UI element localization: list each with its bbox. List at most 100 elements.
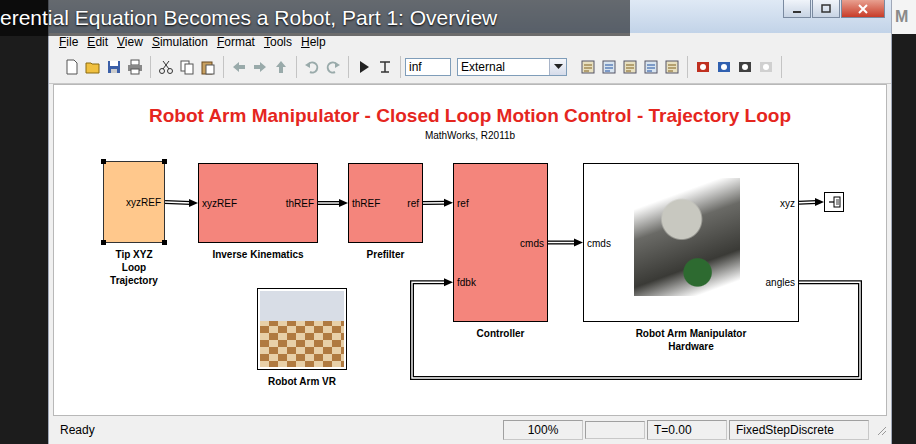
toolbar-group [573,56,688,78]
output-port-label: xyz [780,197,795,211]
input-port-label: fdbk [457,276,476,290]
status-empty-field [585,421,645,439]
maximize-icon [820,4,832,14]
copy-button[interactable] [177,56,197,78]
undo-button[interactable] [302,56,322,78]
simulation-mode-dropdown[interactable]: External [457,58,567,76]
save-button[interactable] [104,56,124,78]
block-name[interactable]: Controller [456,327,545,340]
stoptime-button[interactable] [375,56,395,78]
input-port-label: thREF [352,197,380,211]
signal-line[interactable] [799,200,817,205]
menu-item[interactable]: Format [217,35,255,49]
play-button[interactable] [354,56,374,78]
debugger-button[interactable] [756,56,776,78]
play-icon [356,59,372,75]
signal-line-inner [165,202,191,203]
toolbar-group [57,56,151,78]
minimize-icon [791,4,803,14]
forward-button[interactable] [250,56,270,78]
block-name[interactable]: Robot Arm VR [260,375,344,388]
chevron-down-icon [554,64,563,70]
stop-time-field[interactable]: inf [405,58,451,76]
selection-handle[interactable] [101,159,106,164]
menu-item[interactable]: File [59,35,78,49]
up-button[interactable] [271,56,291,78]
signal-line[interactable] [318,201,341,205]
signal-line-inner [318,202,341,203]
save-icon [106,59,122,75]
signal-line[interactable] [548,241,576,245]
build-button[interactable] [578,56,598,78]
input-port-label: cmds [587,237,611,251]
selection-handle[interactable] [162,159,167,164]
simulink-window: File Edit View Simulation Format Tools Help in… [48,0,892,444]
hardware-block[interactable]: cmds xyzangles [583,163,799,322]
close-button[interactable] [841,0,885,18]
explorer-icon [716,59,732,75]
toolbar-group [349,56,401,78]
minimize-button[interactable] [783,0,811,18]
menu-item[interactable]: Tools [264,35,292,49]
close-icon [857,4,869,14]
library-icon [695,59,711,75]
cut-button[interactable] [156,56,176,78]
selection-handle[interactable] [162,240,167,245]
resize-grip-icon[interactable] [875,424,887,436]
source-block[interactable]: xyzREF [103,161,165,243]
new-button[interactable] [62,56,82,78]
block-name[interactable]: Robot Arm Manipulator Hardware [626,327,756,353]
menu-item[interactable]: Simulation [152,35,208,49]
stoptime-icon [377,59,393,75]
block-name[interactable]: Inverse Kinematics [201,248,315,261]
back-button[interactable] [229,56,249,78]
up-icon [273,59,289,75]
output-port-label: cmds [520,237,544,251]
model-canvas[interactable]: Robot Arm Manipulator - Closed Loop Moti… [53,84,887,416]
simulation-time: T=0.00 [647,420,727,440]
vr-block[interactable] [257,288,347,370]
outport-block[interactable] [824,192,844,212]
update-button[interactable] [599,56,619,78]
signal-line[interactable] [165,202,191,203]
library-button[interactable] [693,56,713,78]
input-port-label: xyzREF [202,197,237,211]
report-button[interactable] [641,56,661,78]
debugger-icon [758,59,774,75]
menu-item[interactable]: View [117,35,143,49]
debug-button[interactable] [620,56,640,78]
redo-icon [325,59,341,75]
subsystem-block[interactable]: reffdbk cmds [453,163,548,322]
subsystem-block[interactable]: thREF ref [348,163,423,243]
video-frame: File Edit View Simulation Format Tools Help in… [0,0,916,444]
signal-line[interactable] [423,201,446,205]
vr-scene-picture [260,291,344,367]
menu-item[interactable]: Edit [87,35,108,49]
redo-button[interactable] [323,56,343,78]
block-name[interactable]: Tip XYZ Loop Trajectory [106,248,162,287]
print-button[interactable] [125,56,145,78]
update-icon [601,59,617,75]
config-button[interactable] [662,56,682,78]
maximize-button[interactable] [812,0,840,18]
scope-button[interactable] [735,56,755,78]
robot-photo [634,178,740,296]
explorer-button[interactable] [714,56,734,78]
open-button[interactable] [83,56,103,78]
undo-icon [304,59,320,75]
menu-item[interactable]: Help [301,35,326,49]
toolbar-group [297,56,349,78]
open-icon [85,59,101,75]
signal-line-inner [423,202,446,204]
diagram-subtitle: MathWorks, R2011b [54,130,886,141]
arrowhead-icon [189,199,198,207]
block-name[interactable]: Prefilter [351,248,420,261]
paste-button[interactable] [198,56,218,78]
toolbar: inf External [49,51,891,84]
new-icon [64,59,80,75]
selection-handle[interactable] [101,240,106,245]
report-icon [643,59,659,75]
subsystem-block[interactable]: xyzREF thREF [198,163,318,243]
scope-icon [737,59,753,75]
signal-line-inner [799,201,817,203]
